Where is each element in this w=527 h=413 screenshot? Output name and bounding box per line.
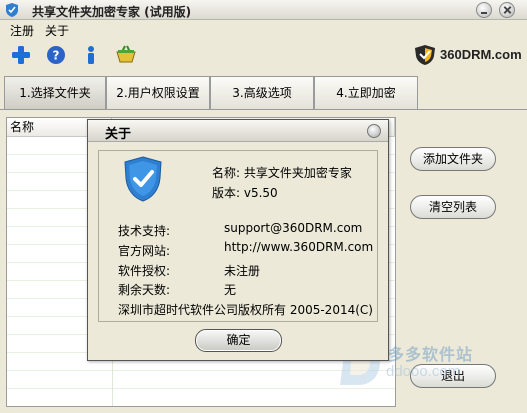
about-close-button[interactable] — [367, 124, 381, 138]
brand-logo: 360DRM.com — [412, 44, 522, 66]
tab-divider — [0, 109, 527, 110]
plus-icon[interactable] — [10, 44, 32, 66]
watermark-sub: ddooo.com — [386, 363, 461, 380]
brand-text: 360DRM.com — [440, 47, 522, 62]
days-label: 剩余天数: — [118, 283, 171, 297]
app-shield-icon — [6, 3, 18, 17]
menu-register[interactable]: 注册 — [10, 22, 34, 39]
window-title: 共享文件夹加密专家 (试用版) — [32, 5, 192, 19]
tab-select-folder[interactable]: 1.选择文件夹 — [4, 76, 106, 109]
menu-about[interactable]: 关于 — [45, 22, 69, 39]
about-name: 名称: 共享文件夹加密专家 — [212, 166, 352, 180]
info-icon[interactable] — [80, 44, 102, 66]
shield-check-icon — [124, 156, 162, 202]
license-label: 软件授权: — [118, 264, 171, 278]
close-button[interactable] — [499, 2, 515, 18]
about-dialog: 关于 名称: 共享文件夹加密专家 版本: v5.50 技术支持: support… — [87, 119, 389, 361]
about-title: 关于 — [105, 127, 132, 142]
about-title-bar[interactable]: 关于 — [88, 120, 388, 142]
help-icon[interactable]: ? — [45, 44, 67, 66]
menu-bar: 注册 关于 — [0, 20, 527, 38]
license-value: 未注册 — [224, 264, 261, 278]
ok-button[interactable]: 确定 — [195, 329, 282, 352]
about-version: 版本: v5.50 — [212, 186, 278, 200]
cart-icon[interactable] — [115, 44, 137, 66]
minimize-button[interactable] — [476, 2, 492, 18]
svg-text:?: ? — [53, 49, 60, 63]
support-label: 技术支持: — [118, 224, 171, 238]
brand-shield-icon — [415, 45, 435, 65]
website-value: http://www.360DRM.com — [224, 240, 374, 254]
days-value: 无 — [224, 283, 237, 297]
title-bar: 共享文件夹加密专家 (试用版) — [0, 0, 527, 20]
website-label: 官方网站: — [118, 244, 171, 258]
add-folder-button[interactable]: 添加文件夹 — [410, 147, 496, 171]
clear-list-button[interactable]: 清空列表 — [410, 195, 496, 219]
copyright-text: 深圳市超时代软件公司版权所有 2005-2014(C) — [118, 303, 373, 317]
tab-user-permissions[interactable]: 2.用户权限设置 — [106, 76, 210, 109]
support-value: support@360DRM.com — [224, 221, 363, 235]
tab-encrypt-now[interactable]: 4.立即加密 — [314, 76, 418, 109]
watermark-text: 多多软件站 — [388, 345, 474, 364]
tab-advanced-options[interactable]: 3.高级选项 — [210, 76, 314, 109]
